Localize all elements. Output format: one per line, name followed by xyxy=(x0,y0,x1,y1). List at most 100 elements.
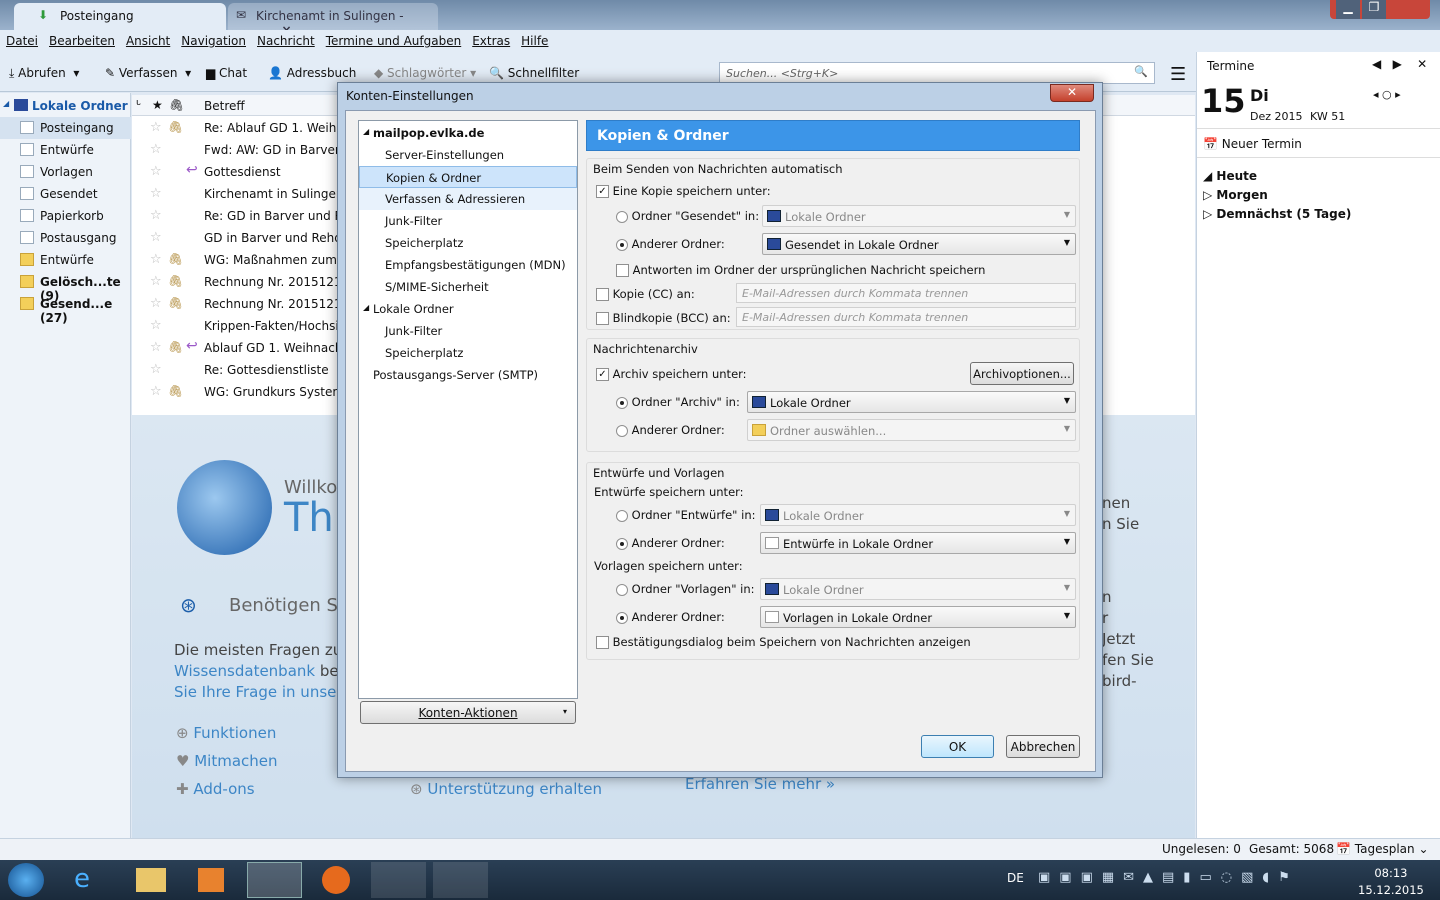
support-link[interactable]: ⊛ Unterstützung erhalten xyxy=(410,780,602,798)
tree-item[interactable]: Junk-Filter xyxy=(359,320,577,342)
reply-in-folder-checkbox[interactable]: Antworten im Ordner der ursprünglichen N… xyxy=(616,263,985,277)
tags-button[interactable]: ◆ Schlagwörter ▾ xyxy=(374,66,476,80)
bcc-input[interactable]: E-Mail-Adressen durch Kommata trennen xyxy=(736,307,1076,327)
sent-other-radio[interactable]: Anderer Ordner: xyxy=(616,237,725,251)
tree-item[interactable]: Postausgangs-Server (SMTP) xyxy=(359,364,577,386)
paint-icon[interactable] xyxy=(433,862,488,898)
ok-button[interactable]: OK xyxy=(921,735,994,758)
sent-folder-radio[interactable]: Ordner "Gesendet" in: xyxy=(616,209,759,223)
app-menu-icon[interactable]: ☰ xyxy=(1170,64,1186,85)
teamviewer-icon[interactable] xyxy=(371,862,426,898)
sent-other-select[interactable]: Gesendet in Lokale Ordner ▼ xyxy=(762,233,1076,255)
ask-question-link[interactable]: Sie Ihre Frage in unserer xyxy=(174,683,358,701)
prev-next-icons[interactable]: ◀ ▶ ✕ xyxy=(1372,57,1427,71)
star-icon[interactable]: ☆ xyxy=(150,318,162,333)
menu-view[interactable]: Ansicht xyxy=(126,34,170,48)
drafts-other-select[interactable]: Entwürfe in Lokale Ordner ▼ xyxy=(760,532,1076,554)
folder-deleted[interactable]: Gelösch...te (9) xyxy=(0,271,131,303)
day-nav-icons[interactable]: ◂ ○ ▸ xyxy=(1373,88,1401,101)
confirm-save-checkbox[interactable]: Bestätigungsdialog beim Speichern von Na… xyxy=(596,635,971,649)
folder-drafts-2[interactable]: Entwürfe xyxy=(0,249,131,271)
expand-icon[interactable]: ◢ xyxy=(363,127,369,136)
write-button[interactable]: ✎ Verfassen ▾ xyxy=(105,66,191,80)
cancel-button[interactable]: Abbrechen xyxy=(1006,735,1080,758)
tree-item[interactable]: S/MIME-Sicherheit xyxy=(359,276,577,298)
dialog-close-button[interactable]: ✕ xyxy=(1050,84,1094,102)
star-icon[interactable]: ☆ xyxy=(150,230,162,245)
tree-item[interactable]: Verfassen & Adressieren xyxy=(359,188,577,210)
knowledge-base-link[interactable]: Wissensdatenbank xyxy=(174,662,315,680)
star-icon[interactable]: ☆ xyxy=(150,296,162,311)
features-link[interactable]: ⊕ Funktionen xyxy=(176,724,276,742)
folder-inbox[interactable]: Posteingang xyxy=(0,117,131,139)
tray-icons[interactable]: ▣▣▣▦✉▲▤▮▭◌▧◖⚑ xyxy=(1038,870,1299,885)
menu-message[interactable]: Nachricht xyxy=(257,34,315,48)
explorer-icon[interactable] xyxy=(136,868,166,892)
tab-inbox[interactable]: ⬇ Posteingang xyxy=(14,3,226,30)
thread-column-icon[interactable]: ᒡ xyxy=(136,98,141,112)
clock[interactable]: 08:13 15.12.2015 xyxy=(1358,865,1424,899)
folder-outbox[interactable]: Postausgang xyxy=(0,227,131,249)
archive-options-button[interactable]: Archivoptionen... xyxy=(970,362,1074,385)
cc-checkbox[interactable]: Kopie (CC) an: xyxy=(596,287,695,301)
templates-account-select[interactable]: Lokale Ordner ▼ xyxy=(760,578,1076,600)
menu-tools[interactable]: Extras xyxy=(472,34,510,48)
maximize-button[interactable]: ❐ xyxy=(1362,0,1386,19)
star-column-icon[interactable]: ★ xyxy=(152,98,163,112)
tree-item[interactable]: Speicherplatz xyxy=(359,232,577,254)
addressbook-button[interactable]: 👤 Adressbuch xyxy=(268,66,356,80)
templates-other-select[interactable]: Vorlagen in Lokale Ordner ▼ xyxy=(760,606,1076,628)
group-today[interactable]: ◢ Heute xyxy=(1203,167,1351,186)
search-input[interactable]: Suchen... <Strg+K> 🔍 xyxy=(719,62,1155,84)
archive-other-radio[interactable]: Anderer Ordner: xyxy=(616,423,725,437)
drafts-other-radio[interactable]: Anderer Ordner: xyxy=(616,536,725,550)
folder-local[interactable]: ◢ Lokale Ordner xyxy=(0,95,131,117)
account-actions-button[interactable]: Konten-Aktionen ▾ xyxy=(360,701,576,724)
star-icon[interactable]: ☆ xyxy=(150,384,162,399)
group-soon[interactable]: ▷ Demnächst (5 Tage) xyxy=(1203,205,1351,224)
folder-drafts[interactable]: Entwürfe xyxy=(0,139,131,161)
drafts-folder-radio[interactable]: Ordner "Entwürfe" in: xyxy=(616,508,755,522)
firefox-icon[interactable] xyxy=(322,866,350,894)
tree-item[interactable]: Kopien & Ordner xyxy=(359,166,577,188)
attachment-column-icon[interactable]: 🖇 xyxy=(169,98,184,112)
menu-edit[interactable]: Bearbeiten xyxy=(49,34,115,48)
tree-item[interactable]: Empfangsbestätigungen (MDN) xyxy=(359,254,577,276)
media-player-icon[interactable] xyxy=(198,868,224,892)
subject-column-header[interactable]: Betreff xyxy=(204,99,245,113)
tree-item[interactable]: Speicherplatz xyxy=(359,342,577,364)
menu-file[interactable]: Datei xyxy=(6,34,38,48)
star-icon[interactable]: ☆ xyxy=(150,252,162,267)
new-event-button[interactable]: 📅 Neuer Termin xyxy=(1197,128,1440,158)
tab-message[interactable]: ✉Kirchenamt in Sulingen - ...× xyxy=(228,3,438,37)
cc-input[interactable]: E-Mail-Adressen durch Kommata trennen xyxy=(736,283,1076,303)
get-mail-button[interactable]: ⤓ Abrufen ▾ xyxy=(9,66,79,81)
bcc-checkbox[interactable]: Blindkopie (BCC) an: xyxy=(596,311,731,325)
quickfilter-button[interactable]: 🔍 Schnellfilter xyxy=(489,66,579,80)
sent-account-select[interactable]: Lokale Ordner ▼ xyxy=(762,205,1076,227)
folder-templates[interactable]: Vorlagen xyxy=(0,161,131,183)
addons-link[interactable]: ✚ Add-ons xyxy=(176,780,255,798)
contribute-link[interactable]: ♥ Mitmachen xyxy=(176,752,278,770)
star-icon[interactable]: ☆ xyxy=(150,120,162,135)
language-indicator[interactable]: DE xyxy=(1007,871,1024,885)
star-icon[interactable]: ☆ xyxy=(150,340,162,355)
tree-item[interactable]: ◢ mailpop.evlka.de xyxy=(359,122,577,144)
tree-item[interactable]: Junk-Filter xyxy=(359,210,577,232)
save-copy-checkbox[interactable]: ✓ Eine Kopie speichern unter: xyxy=(596,184,771,198)
menu-events[interactable]: Termine und Aufgaben xyxy=(326,34,461,48)
folder-trash[interactable]: Papierkorb xyxy=(0,205,131,227)
star-icon[interactable]: ☆ xyxy=(150,274,162,289)
thunderbird-taskbar-icon[interactable] xyxy=(247,862,302,898)
start-button[interactable] xyxy=(8,863,44,897)
star-icon[interactable]: ☆ xyxy=(150,208,162,223)
star-icon[interactable]: ☆ xyxy=(150,362,162,377)
star-icon[interactable]: ☆ xyxy=(150,164,162,179)
templates-folder-radio[interactable]: Ordner "Vorlagen" in: xyxy=(616,582,755,596)
archive-folder-radio[interactable]: Ordner "Archiv" in: xyxy=(616,395,740,409)
folder-sent[interactable]: Gesendet xyxy=(0,183,131,205)
archive-checkbox[interactable]: ✓ Archiv speichern unter: xyxy=(596,367,747,381)
group-tomorrow[interactable]: ▷ Morgen xyxy=(1203,186,1351,205)
star-icon[interactable]: ☆ xyxy=(150,142,162,157)
star-icon[interactable]: ☆ xyxy=(150,186,162,201)
